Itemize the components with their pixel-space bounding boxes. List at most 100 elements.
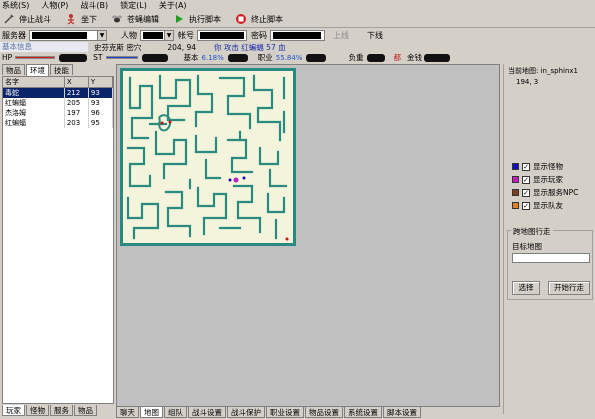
load-label: 负重 [348,53,364,62]
run-script-label: 执行脚本 [189,14,221,24]
chevron-down-icon[interactable]: ▼ [164,30,173,40]
job-label: 职业 [257,53,273,62]
menu-battle[interactable]: 战斗(B) [80,0,108,11]
show-party-checkbox[interactable]: ✓ [522,201,530,210]
tab-script-settings[interactable]: 脚本设置 [383,407,421,418]
tab-system-settings[interactable]: 系统设置 [344,407,382,418]
server-label: 服务器 [2,30,26,40]
table-row[interactable]: 杰洛姆 197 96 [3,108,114,118]
coords: 204, 94 [167,42,197,52]
tab-services[interactable]: 服务 [50,405,73,416]
show-players-option[interactable]: ✓ 显示玩家 [512,173,578,186]
basic-value-redacted [227,53,248,62]
tab-battle-protect[interactable]: 战斗保护 [227,407,265,418]
party-color-swatch [512,202,519,209]
tab-skills[interactable]: 技能 [50,64,73,75]
menu-character[interactable]: 人物(P) [41,0,68,11]
character-value-redacted [143,31,163,39]
col-x[interactable]: X [64,77,89,88]
hp-value-redacted [59,53,88,62]
current-position: 194, 3 [516,78,539,86]
monster-dot [228,178,232,182]
online-button[interactable]: 上线 [333,30,349,41]
password-label: 密码 [251,30,267,40]
money-label: 金钱 [406,53,422,62]
account-label: 帐号 [178,30,194,40]
monster-list-panel: 名字 X Y 毒蛇 212 93 红蝙蝠 205 93 杰洛姆 197 96 红蝙蝠 203 9… [2,76,114,404]
tab-players[interactable]: 玩家 [2,405,25,416]
tab-battle-settings[interactable]: 战斗设置 [188,407,226,418]
script-edit-label: 苍蝇编辑 [127,14,159,24]
basic-label: 基本 [183,53,199,62]
current-map-row: 当前地图: in_sphinx1 [504,64,595,78]
money-separator: 都 [393,53,401,62]
job-value-redacted [306,53,327,62]
show-monsters-option[interactable]: ✓ 显示怪物 [512,160,578,173]
script-edit-button[interactable]: 苍蝇编辑 [111,13,159,25]
menu-lock[interactable]: 锁定(L) [120,0,147,11]
offline-button[interactable]: 下线 [367,30,383,41]
server-value-redacted [32,31,87,39]
tab-chat[interactable]: 聊天 [116,407,139,418]
target-map-input[interactable] [512,253,590,263]
sit-down-button[interactable]: 坐下 [65,13,97,25]
cross-map-walk-group: 跨地图行走 目标地图 选择 开始行走 [507,226,593,300]
basic-pct: 6.18% [201,53,224,62]
stop-icon [236,14,246,24]
info-bar: 基本信息 史芬克斯 密穴 204, 94 你 攻击 红蝙蝠 57 血 [0,42,595,52]
sit-down-label: 坐下 [81,14,97,24]
chevron-down-icon[interactable]: ▼ [97,30,106,40]
menu-system[interactable]: 系统(S) [2,0,29,11]
money-value-redacted [423,53,450,62]
monster-dot [242,176,246,180]
fly-icon [112,15,122,23]
table-row[interactable]: 红蝙蝠 205 93 [3,98,114,108]
hp-bar [15,56,56,59]
stop-battle-button[interactable]: 停止战斗 [3,13,51,25]
show-monsters-checkbox[interactable]: ✓ [522,162,530,171]
show-npc-option[interactable]: ✓ 显示服务NPC [512,186,578,199]
account-input[interactable] [197,29,247,41]
monster-dot [168,120,172,124]
tab-monsters[interactable]: 怪物 [26,405,49,416]
map-name: 史芬克斯 密穴 [94,42,142,52]
run-script-button[interactable]: 执行脚本 [173,13,221,25]
character-label: 人物 [121,30,137,40]
character-select[interactable]: ▼ [140,29,174,41]
col-y[interactable]: Y [88,77,114,88]
dungeon-map[interactable] [120,68,296,246]
stop-battle-label: 停止战斗 [19,14,51,24]
npc-color-swatch [512,189,519,196]
current-map-value: in_sphinx1 [540,67,578,75]
server-select[interactable]: ▼ [29,29,107,41]
menu-about[interactable]: 关于(A) [159,0,187,11]
tab-environment[interactable]: 环境 [26,64,49,76]
start-walk-button[interactable]: 开始行走 [548,281,590,295]
connection-bar: 服务器 ▼ 人物 ▼ 帐号 密码 上线 下线 [0,28,595,42]
stats-bar: HP ST 基本 6.18% 职业 55.84% 负重 都 金钱 [0,52,595,63]
show-players-checkbox[interactable]: ✓ [522,175,530,184]
show-npc-checkbox[interactable]: ✓ [522,188,530,197]
play-icon [176,15,183,23]
password-input[interactable] [270,29,325,41]
tab-items[interactable]: 物品 [2,64,25,75]
walk-group-title: 跨地图行走 [511,226,553,237]
current-map-label: 当前地图: [508,67,539,75]
table-row[interactable]: 红蝙蝠 203 95 [3,118,114,128]
col-name[interactable]: 名字 [3,77,65,88]
account-value-redacted [200,31,244,39]
sword-icon [4,14,14,24]
st-bar [105,56,138,59]
tab-item-settings[interactable]: 物品设置 [305,407,343,418]
show-party-option[interactable]: ✓ 显示队友 [512,199,578,212]
job-pct: 55.84% [275,53,303,62]
tab-objects[interactable]: 物品 [74,405,97,416]
tab-map[interactable]: 地图 [140,407,163,418]
select-button[interactable]: 选择 [512,281,540,295]
tab-party[interactable]: 组队 [164,407,187,418]
monster-table: 名字 X Y 毒蛇 212 93 红蝙蝠 205 93 杰洛姆 197 96 红蝙蝠 203 9… [3,77,114,128]
table-row[interactable]: 毒蛇 212 93 [3,87,114,98]
tab-job-settings[interactable]: 职业设置 [266,407,304,418]
hp-label: HP [2,53,13,62]
stop-script-button[interactable]: 终止脚本 [235,13,283,25]
